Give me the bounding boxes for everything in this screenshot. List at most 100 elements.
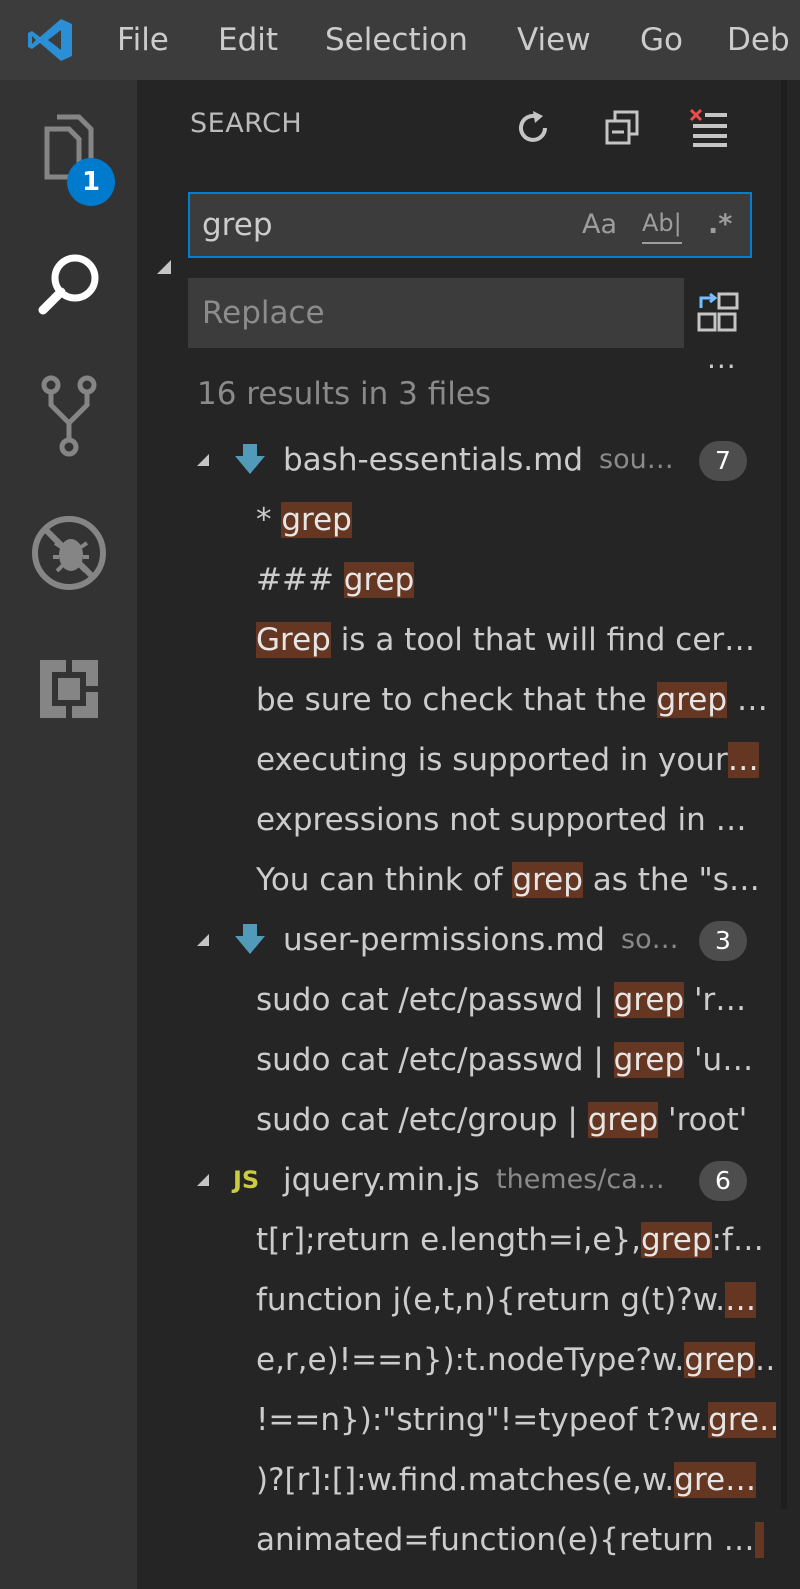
file-name: user-permissions.md: [283, 922, 605, 958]
match-row[interactable]: Grep is a tool that will find cer…: [256, 610, 776, 670]
match-highlight: gre…: [708, 1402, 776, 1438]
match-row[interactable]: * grep: [256, 490, 776, 550]
clear-results-icon: [689, 108, 727, 147]
match-row[interactable]: You can think of grep as the "s…: [256, 850, 776, 910]
explorer-badge: 1: [67, 158, 115, 206]
markdown-file-icon: [235, 924, 265, 954]
match-row[interactable]: e,r,e)!==n}):t.nodeType?w.grep…: [256, 1330, 776, 1390]
match-highlight: grep: [281, 502, 352, 538]
search-view: SEARCH Aa Ab| .*: [137, 80, 800, 1589]
file-name: jquery.min.js: [283, 1162, 480, 1198]
match-context-text: function j(e,t,n){return g(t)?w.: [256, 1282, 726, 1318]
match-context-text: sudo cat /etc/group |: [256, 1102, 588, 1138]
file-path: sou…: [599, 444, 674, 475]
menu-debug[interactable]: Deb: [727, 0, 790, 80]
debug-icon: [31, 516, 106, 590]
match-row[interactable]: !==n}):"string"!=typeof t?w.gre…: [256, 1390, 776, 1450]
file-result-row[interactable]: user-permissions.md so… 3: [137, 910, 800, 970]
expanded-chevron-icon[interactable]: [195, 932, 211, 948]
activity-source-control[interactable]: [0, 357, 137, 477]
match-context-text: 'r…: [684, 982, 747, 1018]
view-title: SEARCH: [190, 108, 303, 139]
match-context-text: 'u…: [684, 1042, 754, 1078]
match-row[interactable]: be sure to check that the grep …: [256, 670, 776, 730]
search-icon: [38, 254, 98, 315]
match-row[interactable]: expressions not supported in …: [256, 790, 776, 850]
match-context-text: :f…: [711, 1222, 764, 1258]
match-highlight: gre…: [674, 1462, 757, 1498]
replace-box: [188, 278, 684, 348]
refresh-icon: [519, 111, 547, 142]
match-highlight: [754, 1522, 765, 1558]
sidebar-scrollbar-edge: [781, 80, 787, 1509]
match-highlight: grep: [343, 562, 415, 598]
activity-extensions[interactable]: [0, 629, 137, 749]
match-context-text: t[r];return e.length=i,e},: [256, 1222, 642, 1258]
match-count-badge: 7: [699, 441, 747, 481]
match-context-text: expressions not supported in …: [256, 802, 747, 838]
file-result-row[interactable]: bash-essentials.md sou… 7: [137, 430, 800, 490]
collapse-all-button[interactable]: [600, 106, 644, 150]
toggle-replace-chevron-icon[interactable]: [155, 258, 173, 276]
menu-selection[interactable]: Selection: [325, 0, 468, 80]
match-highlight: grep: [656, 682, 728, 718]
activity-debug[interactable]: [0, 493, 137, 613]
match-context-text: as the "s…: [582, 862, 760, 898]
file-result-row[interactable]: JS jquery.min.js themes/ca… 6: [137, 1150, 800, 1210]
match-context-text: )?[r]:[]:w.find.matches(e,w.: [256, 1462, 675, 1498]
match-row[interactable]: )?[r]:[]:w.find.matches(e,w.gre…: [256, 1450, 776, 1510]
more-options-button[interactable]: ...: [707, 342, 737, 375]
file-path: so…: [621, 924, 679, 955]
file-name: bash-essentials.md: [283, 442, 584, 478]
match-context-text: !==n}):"string"!=typeof t?w.: [256, 1402, 709, 1438]
match-context-text: You can think of: [256, 862, 513, 898]
match-case-toggle[interactable]: Aa: [582, 208, 617, 242]
vscode-logo-icon: [28, 19, 72, 61]
match-row[interactable]: t[r];return e.length=i,e},grep:f…: [256, 1210, 776, 1270]
match-context-text: …: [755, 1342, 776, 1378]
match-context-text: sudo cat /etc/passwd |: [256, 1042, 614, 1078]
match-row[interactable]: ### grep: [256, 550, 776, 610]
match-row[interactable]: function j(e,t,n){return g(t)?w.…: [256, 1270, 776, 1330]
clear-results-button[interactable]: [687, 106, 731, 150]
match-highlight: grep: [641, 1222, 712, 1258]
menu-file[interactable]: File: [117, 0, 169, 80]
match-context-text: is a tool that will find cer…: [330, 622, 756, 658]
menu-view[interactable]: View: [517, 0, 591, 80]
search-input[interactable]: [202, 194, 562, 256]
match-context-text: executing is supported in your: [256, 742, 728, 778]
js-file-icon: JS: [233, 1166, 260, 1194]
match-count-badge: 3: [699, 921, 747, 961]
refresh-button[interactable]: [511, 106, 555, 150]
match-highlight: grep: [512, 862, 583, 898]
match-row[interactable]: sudo cat /etc/group | grep 'root': [256, 1090, 776, 1150]
search-box: Aa Ab| .*: [188, 192, 752, 258]
activity-explorer[interactable]: 1: [0, 88, 137, 208]
replace-all-icon[interactable]: [697, 292, 741, 336]
replace-input[interactable]: [202, 278, 672, 348]
expanded-chevron-icon[interactable]: [195, 452, 211, 468]
match-count-badge: 6: [699, 1161, 747, 1201]
activity-search[interactable]: [0, 224, 137, 344]
regex-toggle[interactable]: .*: [708, 208, 732, 242]
extensions-icon: [39, 658, 100, 720]
match-highlight: …: [727, 742, 759, 778]
expanded-chevron-icon[interactable]: [195, 1172, 211, 1188]
match-context-text: *: [256, 502, 282, 538]
results-summary: 16 results in 3 files: [197, 376, 492, 412]
match-row[interactable]: executing is supported in your…: [256, 730, 776, 790]
match-row[interactable]: sudo cat /etc/passwd | grep 'r…: [256, 970, 776, 1030]
menu-edit[interactable]: Edit: [218, 0, 278, 80]
match-highlight: grep: [613, 982, 685, 1018]
match-row[interactable]: animated=function(e){return …: [256, 1510, 776, 1570]
source-control-icon: [41, 375, 96, 457]
match-context-text: ###: [256, 562, 344, 598]
file-path: themes/ca…: [496, 1164, 665, 1195]
title-bar: File Edit Selection View Go Deb: [0, 0, 800, 80]
match-row[interactable]: sudo cat /etc/passwd | grep 'u…: [256, 1030, 776, 1090]
match-context-text: 'root': [658, 1102, 748, 1138]
match-highlight: grep: [587, 1102, 659, 1138]
whole-word-toggle[interactable]: Ab|: [642, 208, 682, 244]
menu-go[interactable]: Go: [640, 0, 683, 80]
match-highlight: …: [725, 1282, 757, 1318]
